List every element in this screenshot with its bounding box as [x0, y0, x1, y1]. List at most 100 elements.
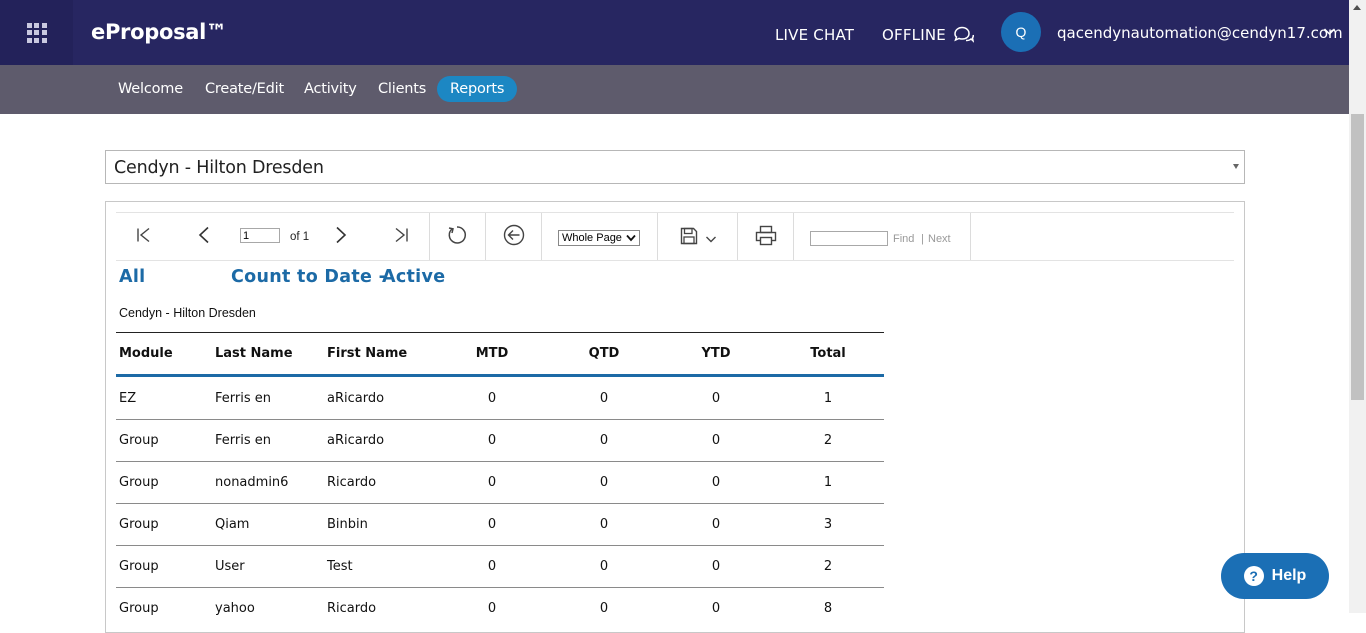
cell-module: Group [119, 433, 159, 448]
nav-clients[interactable]: Clients [365, 76, 439, 102]
cell-qtd: 0 [599, 391, 609, 406]
cell-module: Group [119, 475, 159, 490]
toolbar-divider [970, 213, 971, 260]
table-row: Group Qiam Binbin 0 0 0 3 [116, 503, 884, 546]
chat-bubbles-icon [954, 26, 974, 43]
table-row: EZ Ferris en aRicardo 0 0 0 1 [116, 377, 884, 420]
help-label: Help [1271, 567, 1307, 584]
nav-reports[interactable]: Reports [437, 76, 518, 102]
cell-total: 1 [823, 391, 833, 406]
report-status: Active [382, 267, 446, 287]
apps-menu-button[interactable] [0, 0, 73, 65]
cell-qtd: 0 [599, 433, 609, 448]
report-count-label: Count to Date - [231, 267, 387, 287]
nav-activity[interactable]: Activity [291, 76, 370, 102]
report-hotel-name: Cendyn - Hilton Dresden [119, 306, 256, 320]
cell-ytd: 0 [711, 475, 721, 490]
scrollbar-thumb[interactable] [1351, 114, 1364, 400]
chevron-down-icon[interactable] [1323, 27, 1336, 36]
cell-first-name: aRicardo [327, 433, 385, 448]
back-icon[interactable] [503, 224, 525, 246]
toolbar-divider [541, 213, 542, 260]
scroll-up-arrow-icon[interactable] [1353, 5, 1361, 10]
find-next-link[interactable]: Next [928, 233, 951, 245]
table-row: Group nonadmin6 Ricardo 0 0 0 1 [116, 461, 884, 504]
cell-module: Group [119, 601, 159, 616]
zoom-select-value: Whole Page [562, 232, 622, 244]
nav-welcome[interactable]: Welcome [105, 76, 196, 102]
cell-last-name: Ferris en [215, 391, 271, 406]
last-page-icon[interactable] [393, 227, 409, 243]
cell-last-name: Ferris en [215, 433, 271, 448]
cell-mtd: 0 [487, 517, 497, 532]
table-row: Group User Test 0 0 0 2 [116, 545, 884, 588]
cell-qtd: 0 [599, 601, 609, 616]
cell-ytd: 0 [711, 433, 721, 448]
column-header-module: Module [119, 346, 173, 361]
main-nav: Welcome Create/Edit Activity Clients Rep… [0, 65, 1349, 114]
toolbar-divider [737, 213, 738, 260]
cell-ytd: 0 [711, 391, 721, 406]
cell-total: 1 [823, 475, 833, 490]
user-email[interactable]: qacendynautomation@cendyn17.com [1057, 24, 1343, 42]
cell-ytd: 0 [711, 559, 721, 574]
cell-last-name: yahoo [215, 601, 255, 616]
save-format-chevron-icon[interactable] [705, 235, 717, 244]
find-separator: | [921, 233, 924, 245]
cell-first-name: Ricardo [327, 475, 377, 490]
cell-qtd: 0 [599, 517, 609, 532]
page-count-label: of 1 [290, 231, 310, 243]
toolbar-divider [429, 213, 430, 260]
column-header-qtd: QTD [588, 346, 620, 361]
cell-module: EZ [119, 391, 137, 406]
cell-total: 2 [823, 433, 833, 448]
toolbar-divider [793, 213, 794, 260]
cell-last-name: Qiam [215, 517, 250, 532]
find-input[interactable] [810, 231, 888, 246]
cell-ytd: 0 [711, 601, 721, 616]
table-top-rule [116, 332, 884, 333]
cell-total: 2 [823, 559, 833, 574]
first-page-icon[interactable] [136, 227, 152, 243]
cell-module: Group [119, 517, 159, 532]
cell-mtd: 0 [487, 475, 497, 490]
page-number-input[interactable] [240, 228, 280, 243]
refresh-icon[interactable] [446, 224, 468, 246]
cell-mtd: 0 [487, 601, 497, 616]
next-page-icon[interactable] [334, 226, 348, 244]
hotel-select[interactable]: Cendyn - Hilton Dresden [105, 150, 1245, 184]
brand-logo: eProposal™ [91, 20, 227, 44]
print-icon[interactable] [755, 225, 777, 246]
hotel-select-value: Cendyn - Hilton Dresden [114, 158, 324, 178]
nav-create-edit[interactable]: Create/Edit [192, 76, 297, 102]
column-header-ytd: YTD [701, 346, 731, 361]
report-toolbar [116, 212, 1234, 261]
live-chat-link[interactable]: LIVE CHAT [775, 26, 854, 44]
cell-module: Group [119, 559, 159, 574]
zoom-select[interactable]: Whole Page [558, 230, 640, 246]
save-icon[interactable] [680, 227, 698, 245]
cell-first-name: Ricardo [327, 601, 377, 616]
offline-label: OFFLINE [882, 26, 946, 44]
offline-chat-status[interactable]: OFFLINE [882, 26, 974, 44]
previous-page-icon[interactable] [197, 226, 211, 244]
toolbar-divider [657, 213, 658, 260]
help-question-icon: ? [1243, 566, 1264, 586]
cell-total: 8 [823, 601, 833, 616]
cell-qtd: 0 [599, 475, 609, 490]
avatar[interactable]: Q [1001, 12, 1041, 52]
apps-grid-icon [26, 22, 47, 43]
find-link[interactable]: Find [893, 233, 914, 245]
column-header-first-name: First Name [327, 346, 408, 361]
cell-ytd: 0 [711, 517, 721, 532]
cell-last-name: User [215, 559, 245, 574]
cell-mtd: 0 [487, 559, 497, 574]
table-row: Group yahoo Ricardo 0 0 0 8 [116, 587, 884, 629]
toolbar-divider [485, 213, 486, 260]
cell-mtd: 0 [487, 433, 497, 448]
cell-first-name: aRicardo [327, 391, 385, 406]
help-button[interactable]: ? Help [1221, 553, 1329, 599]
cell-mtd: 0 [487, 391, 497, 406]
top-header: eProposal™ LIVE CHAT OFFLINE Q qacendyna… [0, 0, 1349, 65]
column-header-total: Total [810, 346, 846, 361]
